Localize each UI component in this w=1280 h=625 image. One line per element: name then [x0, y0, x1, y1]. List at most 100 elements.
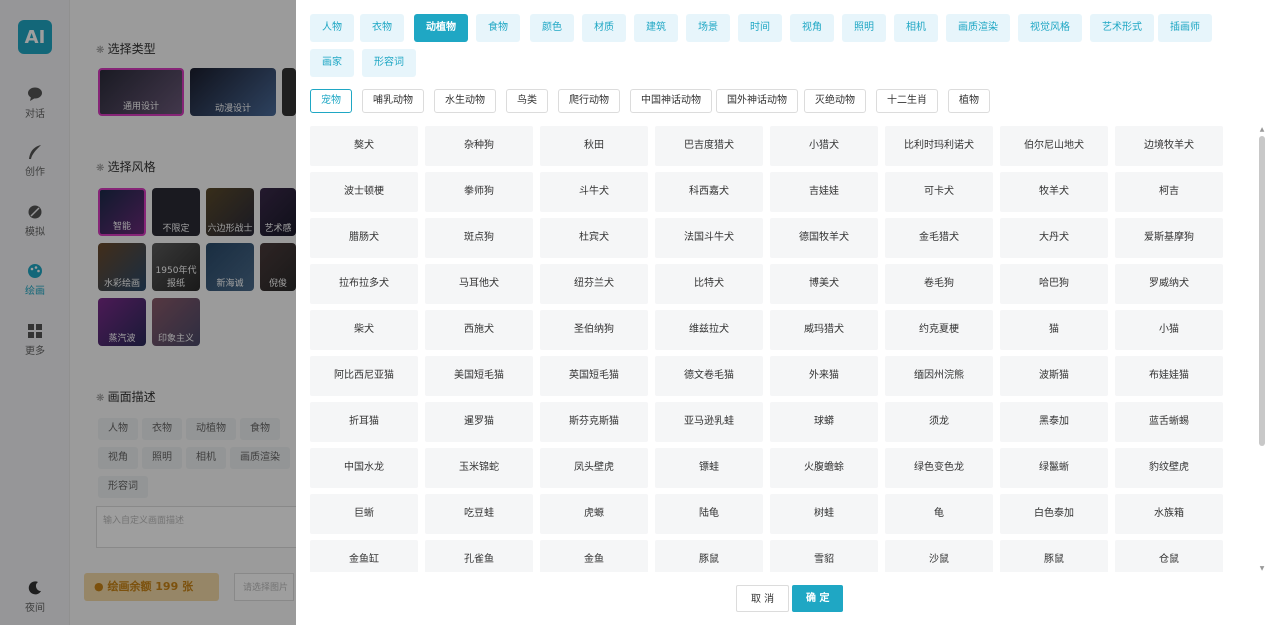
- subcategory-tab[interactable]: 宠物: [310, 89, 352, 113]
- tag-item[interactable]: 博美犬: [770, 264, 878, 304]
- cancel-button[interactable]: 取 消: [736, 585, 790, 612]
- tag-item[interactable]: 英国短毛猫: [540, 356, 648, 396]
- tag-item[interactable]: 纽芬兰犬: [540, 264, 648, 304]
- tag-item[interactable]: 阿比西尼亚猫: [310, 356, 418, 396]
- tag-item[interactable]: 拳师狗: [425, 172, 533, 212]
- category-tab[interactable]: 照明: [842, 14, 886, 42]
- tag-item[interactable]: 伯尔尼山地犬: [1000, 126, 1108, 166]
- tag-item[interactable]: 德文卷毛猫: [655, 356, 763, 396]
- tag-item[interactable]: 獒犬: [310, 126, 418, 166]
- tag-item[interactable]: 豹纹壁虎: [1115, 448, 1223, 488]
- tag-item[interactable]: 吉娃娃: [770, 172, 878, 212]
- tag-item[interactable]: 比利时玛利诺犬: [885, 126, 993, 166]
- tag-item[interactable]: 玉米锦蛇: [425, 448, 533, 488]
- subcategory-tab[interactable]: 植物: [948, 89, 990, 113]
- tag-item[interactable]: 孔雀鱼: [425, 540, 533, 572]
- tag-item[interactable]: 须龙: [885, 402, 993, 442]
- scroll-up-icon[interactable]: ▲: [1258, 126, 1266, 133]
- tag-item[interactable]: 牧羊犬: [1000, 172, 1108, 212]
- tag-item[interactable]: 外来猫: [770, 356, 878, 396]
- tag-item[interactable]: 白色泰加: [1000, 494, 1108, 534]
- tag-item[interactable]: 黑泰加: [1000, 402, 1108, 442]
- tag-item[interactable]: 德国牧羊犬: [770, 218, 878, 258]
- category-tab[interactable]: 颜色: [530, 14, 574, 42]
- subcategory-tab[interactable]: 灭绝动物: [804, 89, 866, 113]
- tag-item[interactable]: 圣伯纳狗: [540, 310, 648, 350]
- tag-item[interactable]: 巴吉度猎犬: [655, 126, 763, 166]
- category-tab[interactable]: 食物: [476, 14, 520, 42]
- tag-item[interactable]: 亚马逊乳蛙: [655, 402, 763, 442]
- category-tab[interactable]: 衣物: [360, 14, 404, 42]
- subcategory-tab[interactable]: 鸟类: [506, 89, 548, 113]
- tag-item[interactable]: 波斯猫: [1000, 356, 1108, 396]
- tag-item[interactable]: 凤头壁虎: [540, 448, 648, 488]
- tag-item[interactable]: 腊肠犬: [310, 218, 418, 258]
- category-tab[interactable]: 视角: [790, 14, 834, 42]
- tag-item[interactable]: 卷毛狗: [885, 264, 993, 304]
- tag-item[interactable]: 斗牛犬: [540, 172, 648, 212]
- subcategory-tab[interactable]: 爬行动物: [558, 89, 620, 113]
- category-tab[interactable]: 场景: [686, 14, 730, 42]
- tag-item[interactable]: 秋田: [540, 126, 648, 166]
- tag-item[interactable]: 镖蛙: [655, 448, 763, 488]
- tag-item[interactable]: 缅因州浣熊: [885, 356, 993, 396]
- tag-item[interactable]: 罗威纳犬: [1115, 264, 1223, 304]
- confirm-button[interactable]: 确 定: [792, 585, 844, 612]
- category-tab[interactable]: 画质渲染: [946, 14, 1010, 42]
- tag-item[interactable]: 吃豆蛙: [425, 494, 533, 534]
- tag-item[interactable]: 可卡犬: [885, 172, 993, 212]
- tag-item[interactable]: 波士顿梗: [310, 172, 418, 212]
- tag-item[interactable]: 柴犬: [310, 310, 418, 350]
- tag-item[interactable]: 柯吉: [1115, 172, 1223, 212]
- tag-item[interactable]: 斯芬克斯猫: [540, 402, 648, 442]
- tag-item[interactable]: 科西嘉犬: [655, 172, 763, 212]
- tag-item[interactable]: 绿色变色龙: [885, 448, 993, 488]
- tag-item[interactable]: 沙鼠: [885, 540, 993, 572]
- subcategory-tab[interactable]: 国外神话动物: [716, 89, 798, 113]
- subcategory-tab[interactable]: 水生动物: [434, 89, 496, 113]
- category-tab[interactable]: 材质: [582, 14, 626, 42]
- tag-item[interactable]: 杂种狗: [425, 126, 533, 166]
- scroll-down-icon[interactable]: ▼: [1258, 565, 1266, 572]
- tag-item[interactable]: 猫: [1000, 310, 1108, 350]
- subcategory-tab[interactable]: 十二生肖: [876, 89, 938, 113]
- tag-item[interactable]: 绿鬣蜥: [1000, 448, 1108, 488]
- tag-item[interactable]: 仓鼠: [1115, 540, 1223, 572]
- tag-item[interactable]: 球蟒: [770, 402, 878, 442]
- tag-item[interactable]: 巨蜥: [310, 494, 418, 534]
- tag-item[interactable]: 爱斯基摩狗: [1115, 218, 1223, 258]
- tag-item[interactable]: 威玛猎犬: [770, 310, 878, 350]
- tag-item[interactable]: 小猫: [1115, 310, 1223, 350]
- tag-item[interactable]: 拉布拉多犬: [310, 264, 418, 304]
- tag-item[interactable]: 陆龟: [655, 494, 763, 534]
- category-tab[interactable]: 时间: [738, 14, 782, 42]
- category-tab[interactable]: 建筑: [634, 14, 678, 42]
- category-tab[interactable]: 动植物: [414, 14, 468, 42]
- category-tab[interactable]: 画家: [310, 49, 354, 77]
- tag-item[interactable]: 中国水龙: [310, 448, 418, 488]
- tag-item[interactable]: 布娃娃猫: [1115, 356, 1223, 396]
- tag-item[interactable]: 法国斗牛犬: [655, 218, 763, 258]
- tag-item[interactable]: 大丹犬: [1000, 218, 1108, 258]
- tag-item[interactable]: 水族箱: [1115, 494, 1223, 534]
- tag-item[interactable]: 豚鼠: [655, 540, 763, 572]
- scrollbar[interactable]: ▲ ▼: [1258, 126, 1266, 572]
- category-tab[interactable]: 形容词: [362, 49, 416, 77]
- tag-item[interactable]: 虎螈: [540, 494, 648, 534]
- tag-item[interactable]: 折耳猫: [310, 402, 418, 442]
- tag-item[interactable]: 美国短毛猫: [425, 356, 533, 396]
- tag-item[interactable]: 哈巴狗: [1000, 264, 1108, 304]
- category-tab[interactable]: 插画师: [1158, 14, 1212, 42]
- tag-item[interactable]: 斑点狗: [425, 218, 533, 258]
- subcategory-tab[interactable]: 哺乳动物: [362, 89, 424, 113]
- scrollbar-thumb[interactable]: [1259, 136, 1265, 446]
- tag-item[interactable]: 金毛猎犬: [885, 218, 993, 258]
- category-tab[interactable]: 艺术形式: [1090, 14, 1154, 42]
- subcategory-tab[interactable]: 中国神话动物: [630, 89, 712, 113]
- category-tab[interactable]: 视觉风格: [1018, 14, 1082, 42]
- category-tab[interactable]: 人物: [310, 14, 354, 42]
- category-tab[interactable]: 相机: [894, 14, 938, 42]
- tag-item[interactable]: 蓝舌蜥蜴: [1115, 402, 1223, 442]
- tag-item[interactable]: 马耳他犬: [425, 264, 533, 304]
- tag-item[interactable]: 龟: [885, 494, 993, 534]
